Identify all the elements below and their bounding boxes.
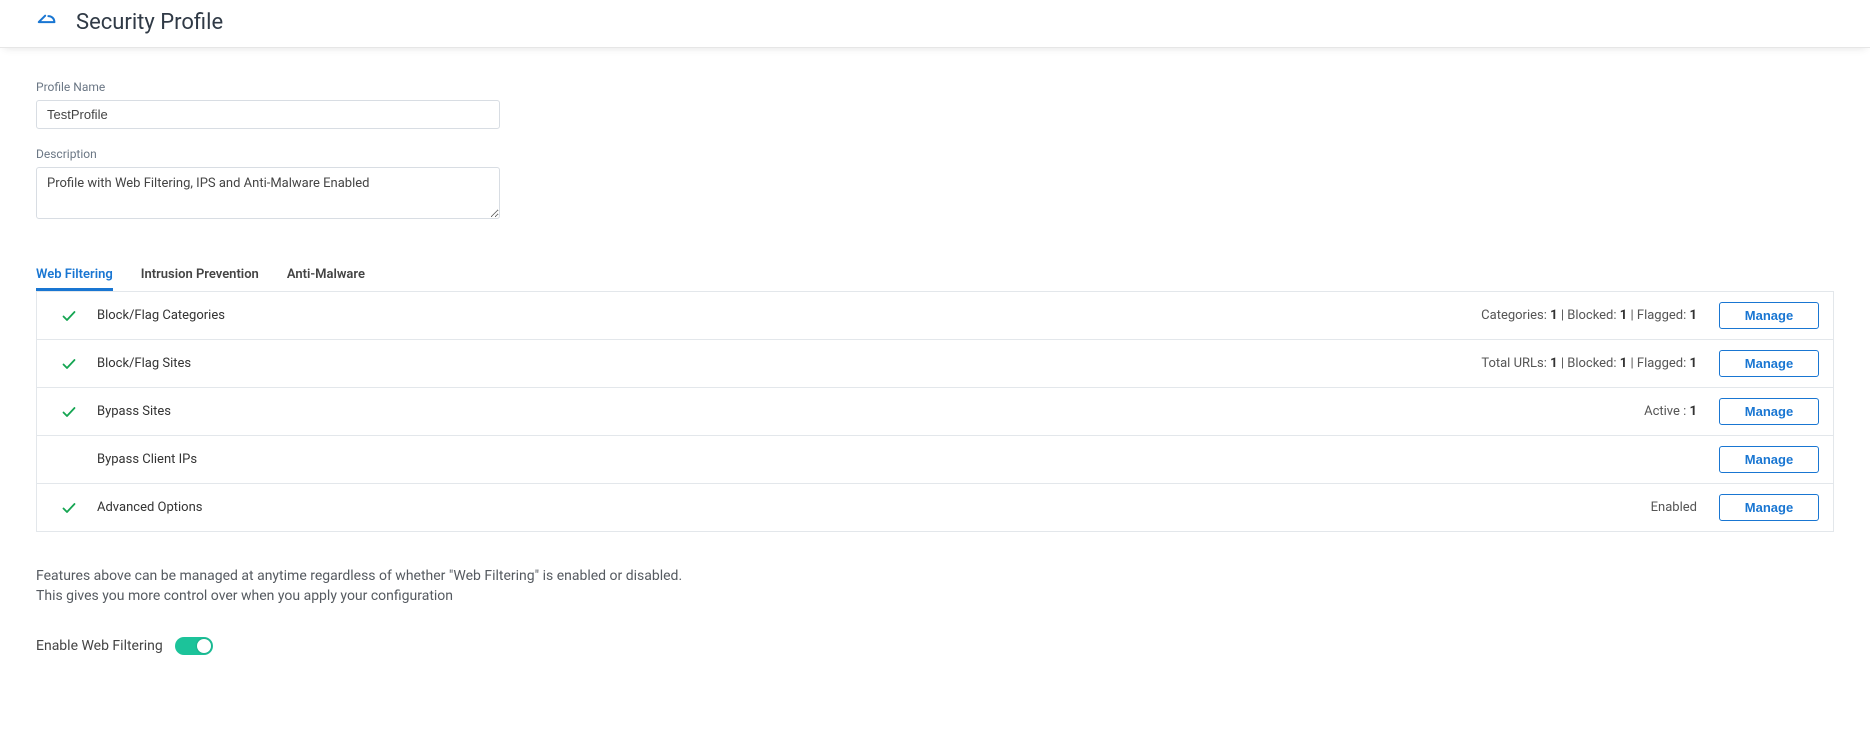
manage-button[interactable]: Manage: [1719, 494, 1819, 521]
row-summary: Active : 1: [1644, 404, 1697, 419]
content-area: Profile Name Description Profile with We…: [0, 48, 1870, 683]
enable-web-filtering-label: Enable Web Filtering: [36, 638, 163, 654]
profile-name-label: Profile Name: [36, 80, 1834, 94]
enable-web-filtering-toggle[interactable]: [175, 637, 213, 655]
row-summary: Categories: 1 | Blocked: 1 | Flagged: 1: [1481, 308, 1697, 323]
check-icon: [51, 404, 87, 420]
row-title: Bypass Client IPs: [97, 452, 197, 467]
toggle-knob: [197, 639, 211, 653]
row-title: Advanced Options: [97, 500, 202, 515]
row-title: Block/Flag Categories: [97, 308, 225, 323]
check-icon: [51, 500, 87, 516]
page-header: Security Profile: [0, 0, 1870, 48]
row-title: Bypass Sites: [97, 404, 171, 419]
row-block-flag-sites: Block/Flag Sites Total URLs: 1 | Blocked…: [37, 340, 1833, 388]
manage-button[interactable]: Manage: [1719, 302, 1819, 329]
help-line-1: Features above can be managed at anytime…: [36, 566, 1834, 586]
manage-button[interactable]: Manage: [1719, 398, 1819, 425]
row-summary: Enabled: [1651, 500, 1697, 515]
manage-button[interactable]: Manage: [1719, 446, 1819, 473]
row-block-flag-categories: Block/Flag Categories Categories: 1 | Bl…: [37, 292, 1833, 340]
check-icon: [51, 356, 87, 372]
help-line-2: This gives you more control over when yo…: [36, 586, 1834, 606]
enable-toggle-row: Enable Web Filtering: [36, 637, 1834, 655]
tab-intrusion-prevention[interactable]: Intrusion Prevention: [141, 259, 259, 290]
row-advanced-options: Advanced Options Enabled Manage: [37, 484, 1833, 531]
page-title: Security Profile: [76, 10, 223, 35]
profile-name-input[interactable]: [36, 100, 500, 129]
tab-web-filtering[interactable]: Web Filtering: [36, 259, 113, 290]
tab-bar: Web Filtering Intrusion Prevention Anti-…: [36, 259, 1834, 291]
help-text: Features above can be managed at anytime…: [36, 566, 1834, 607]
row-title: Block/Flag Sites: [97, 356, 191, 371]
description-textarea[interactable]: Profile with Web Filtering, IPS and Anti…: [36, 167, 500, 219]
description-label: Description: [36, 147, 1834, 161]
row-summary: Total URLs: 1 | Blocked: 1 | Flagged: 1: [1481, 356, 1697, 371]
check-icon: [51, 308, 87, 324]
feature-rows: Block/Flag Categories Categories: 1 | Bl…: [36, 291, 1834, 532]
row-bypass-client-ips: Bypass Client IPs Manage: [37, 436, 1833, 484]
tab-anti-malware[interactable]: Anti-Malware: [287, 259, 365, 290]
row-bypass-sites: Bypass Sites Active : 1 Manage: [37, 388, 1833, 436]
manage-button[interactable]: Manage: [1719, 350, 1819, 377]
back-arrow-icon[interactable]: [36, 12, 58, 34]
